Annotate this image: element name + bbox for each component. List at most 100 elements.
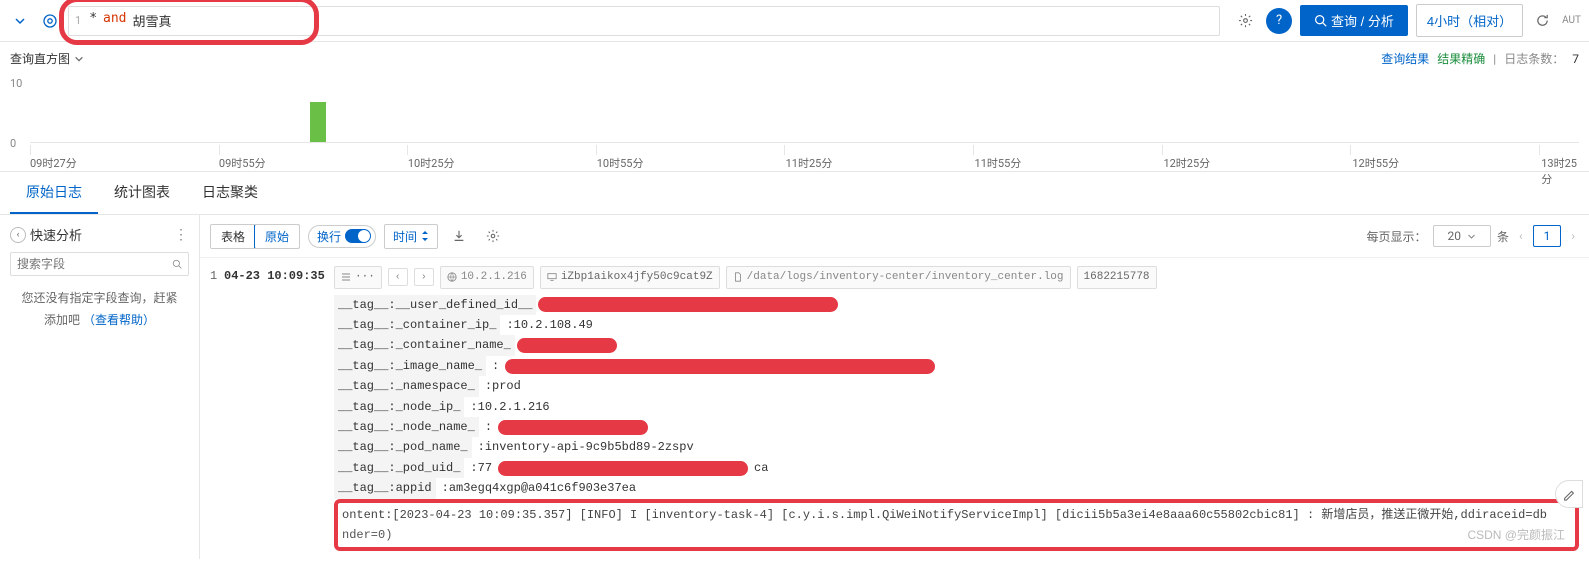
- tag-line[interactable]: __tag__:_namespace_:prod: [334, 376, 1579, 396]
- tag-line[interactable]: __tag__:_node_ip_:10.2.1.216: [334, 397, 1579, 417]
- refresh-icon[interactable]: [1531, 13, 1554, 28]
- tag-key: __tag__:_container_ip_: [334, 315, 500, 335]
- search-btn-label: 查询 / 分析: [1331, 11, 1394, 30]
- tag-key: __tag__:appid: [334, 478, 436, 498]
- quick-analysis-sidebar: ‹ 快速分析 ⋮ 您还没有指定字段查询，赶紧 添加吧 （查看帮助）: [0, 215, 200, 559]
- content-suffix: nder=0): [342, 528, 392, 542]
- time-column-dropdown[interactable]: 时间: [384, 224, 438, 249]
- tag-key: __tag__:_pod_name_: [334, 437, 472, 457]
- x-axis-label: 10时55分: [597, 155, 786, 187]
- time-dropdown-label: 时间: [393, 228, 417, 245]
- x-axis-labels: 09时27分09时55分10时25分10时55分11时25分11时55分12时2…: [30, 155, 1579, 187]
- ts-chip[interactable]: 1682215778: [1077, 266, 1157, 289]
- y-axis-tick: 10: [10, 77, 22, 90]
- content-row: ‹ 快速分析 ⋮ 您还没有指定字段查询，赶紧 添加吧 （查看帮助） 表格 原始 …: [0, 215, 1589, 559]
- x-axis-label: 11时55分: [975, 155, 1164, 187]
- x-axis-label: 09时27分: [30, 155, 219, 187]
- collapse-toggle[interactable]: [8, 15, 32, 27]
- tag-suffix: ca: [750, 458, 772, 478]
- host-chip[interactable]: iZbp1aikox4jfy50c9cat9Z: [540, 266, 720, 289]
- field-search-input[interactable]: [17, 257, 172, 271]
- content-text[interactable]: ontent:[2023-04-23 10:09:35.357] [INFO] …: [342, 508, 1547, 522]
- tag-line[interactable]: __tag__:_pod_name_:inventory-api-9c9b5bd…: [334, 437, 1579, 457]
- histogram-section: 查询直方图 查询结果 结果精确 | 日志条数： 7 10 0 09时27分09时…: [0, 42, 1589, 172]
- x-axis-label: 10时25分: [408, 155, 597, 187]
- tag-lines: __tag__:__user_defined_id____tag__:_cont…: [334, 295, 1579, 499]
- help-link[interactable]: （查看帮助）: [83, 313, 155, 327]
- per-page-select[interactable]: 20: [1433, 225, 1492, 247]
- tag-key: __tag__:_namespace_: [334, 376, 479, 396]
- view-raw-button[interactable]: 原始: [254, 224, 300, 249]
- tag-line[interactable]: __tag__:_image_name_:: [334, 356, 1579, 376]
- x-axis-label: 13时25分: [1541, 155, 1579, 187]
- log-timestamp: 04-23 10:09:35: [224, 266, 334, 551]
- search-icon[interactable]: [172, 257, 182, 271]
- tag-key: __tag__:_node_ip_: [334, 397, 464, 417]
- tag-line[interactable]: __tag__:_container_ip_:10.2.108.49: [334, 315, 1579, 335]
- tag-key: __tag__:_image_name_: [334, 356, 486, 376]
- y-axis-tick: 0: [10, 137, 16, 150]
- tag-value: :: [488, 356, 503, 376]
- histogram-bar[interactable]: [310, 102, 326, 142]
- time-range-label: 4小时（相对）: [1427, 14, 1512, 29]
- histogram-title-group[interactable]: 查询直方图: [10, 50, 84, 67]
- field-search-box[interactable]: [10, 252, 189, 276]
- tag-line[interactable]: __tag__:_container_name_: [334, 335, 1579, 355]
- float-edit-button[interactable]: [1555, 480, 1583, 508]
- tag-line[interactable]: __tag__:appid:am3egq4xgp@a041c6f903e37ea: [334, 478, 1579, 498]
- pagination: 每页显示： 20 条 ‹ 1 ›: [1367, 225, 1580, 247]
- log-count-value: 7: [1572, 52, 1579, 66]
- log-chips-row: ··· ‹ › 10.2.1.216 iZbp1aikox4jfy50c9cat…: [334, 266, 1579, 289]
- expand-icon: [341, 273, 351, 281]
- ip-chip[interactable]: 10.2.1.216: [440, 266, 534, 289]
- line-number: 1: [75, 14, 81, 27]
- settings-icon[interactable]: [1232, 8, 1258, 34]
- download-icon[interactable]: [446, 223, 472, 249]
- prev-context-button[interactable]: ‹: [388, 268, 408, 286]
- sidebar-empty-hint: 您还没有指定字段查询，赶紧 添加吧 （查看帮助）: [10, 288, 189, 331]
- expand-chip[interactable]: ···: [334, 266, 382, 289]
- sidebar-title-group: ‹ 快速分析: [10, 225, 82, 244]
- help-icon[interactable]: ?: [1266, 8, 1292, 34]
- tag-key: __tag__:__user_defined_id__: [334, 295, 536, 315]
- sidebar-collapse-icon[interactable]: ‹: [10, 227, 26, 243]
- hint-text-1: 您还没有指定字段查询，赶紧: [21, 291, 177, 305]
- sidebar-header: ‹ 快速分析 ⋮: [10, 225, 189, 244]
- x-axis-ticks: [30, 145, 1579, 155]
- ts-value: 1682215778: [1084, 268, 1150, 287]
- tag-line[interactable]: __tag__:__user_defined_id__: [334, 295, 1579, 315]
- page-number[interactable]: 1: [1533, 225, 1562, 247]
- wrap-toggle-group[interactable]: 换行: [308, 225, 376, 248]
- next-page-button[interactable]: ›: [1567, 229, 1579, 243]
- redacted-value: [498, 420, 648, 435]
- tag-value: :inventory-api-9c9b5bd89-2zspv: [474, 437, 698, 457]
- next-context-button[interactable]: ›: [414, 268, 434, 286]
- query-result-link[interactable]: 查询结果: [1381, 50, 1429, 67]
- histogram-title: 查询直方图: [10, 50, 70, 67]
- chevron-down-icon: [74, 54, 84, 64]
- redacted-value: [505, 359, 935, 374]
- prev-page-button[interactable]: ‹: [1515, 229, 1527, 243]
- path-chip[interactable]: /data/logs/inventory-center/inventory_ce…: [726, 266, 1071, 289]
- search-analyze-button[interactable]: 查询 / 分析: [1300, 5, 1408, 36]
- query-token-star: *: [89, 11, 97, 30]
- per-page-value: 20: [1448, 229, 1462, 243]
- histogram-header: 查询直方图 查询结果 结果精确 | 日志条数： 7: [10, 50, 1579, 67]
- view-table-button[interactable]: 表格: [211, 225, 255, 248]
- table-settings-icon[interactable]: [480, 223, 506, 249]
- sidebar-more-icon[interactable]: ⋮: [174, 227, 189, 243]
- tag-line[interactable]: __tag__:_node_name_:: [334, 417, 1579, 437]
- query-scope-icon[interactable]: [38, 13, 62, 29]
- time-range-button[interactable]: 4小时（相对）: [1416, 4, 1523, 37]
- results-toolbar: 表格 原始 换行 时间 每页显示： 20: [200, 215, 1589, 258]
- host-value: iZbp1aikox4jfy50c9cat9Z: [561, 268, 713, 287]
- wrap-toggle-switch[interactable]: [345, 229, 371, 243]
- redacted-value: [538, 297, 838, 312]
- tag-line[interactable]: __tag__:_pod_uid_:77ca: [334, 458, 1579, 478]
- watermark: CSDN @完颜振江: [1467, 525, 1565, 545]
- histogram-status: 查询结果 结果精确 | 日志条数： 7: [1381, 50, 1579, 67]
- query-input[interactable]: 1 * and 胡雪真: [68, 6, 1220, 36]
- histogram-chart[interactable]: 10 0 09时27分09时55分10时25分10时55分11时25分11时55…: [10, 67, 1579, 167]
- per-page-unit: 条: [1497, 228, 1509, 245]
- x-axis-label: 11时25分: [786, 155, 975, 187]
